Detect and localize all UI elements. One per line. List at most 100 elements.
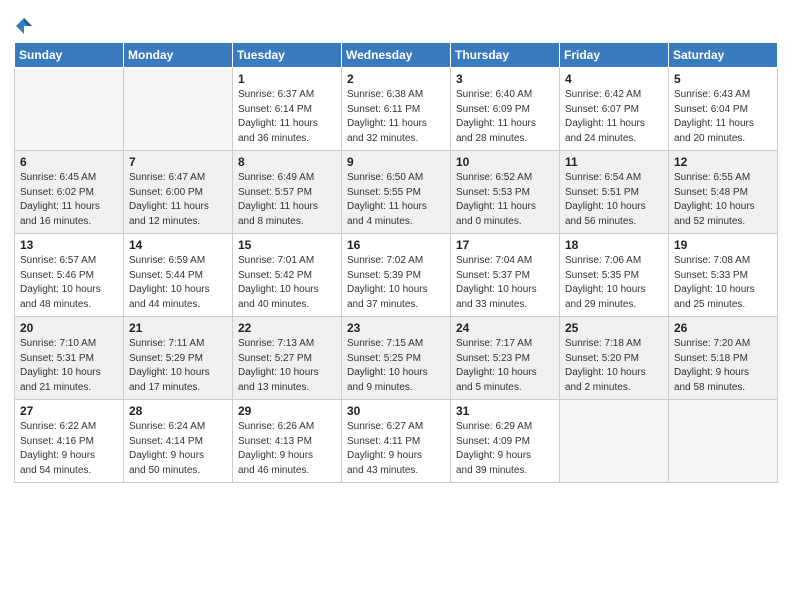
weekday-header-friday: Friday bbox=[560, 43, 669, 68]
calendar-cell: 23 Sunrise: 7:15 AM Sunset: 5:25 PM Dayli… bbox=[342, 317, 451, 400]
calendar-cell: 4 Sunrise: 6:42 AM Sunset: 6:07 PM Daylig… bbox=[560, 68, 669, 151]
cell-info: Sunrise: 6:59 AM Sunset: 5:44 PM Dayligh… bbox=[129, 254, 227, 312]
calendar-cell: 14 Sunrise: 6:59 AM Sunset: 5:44 PM Dayli… bbox=[124, 234, 233, 317]
cell-info: Sunrise: 6:27 AM Sunset: 4:11 PM Dayligh… bbox=[347, 420, 445, 478]
cell-day-number: 4 bbox=[565, 72, 663, 86]
calendar-cell: 31 Sunrise: 6:29 AM Sunset: 4:09 PM Dayli… bbox=[451, 400, 560, 483]
cell-day-number: 19 bbox=[674, 238, 772, 252]
cell-info: Sunrise: 7:13 AM Sunset: 5:27 PM Dayligh… bbox=[238, 337, 336, 395]
weekday-header-saturday: Saturday bbox=[669, 43, 778, 68]
cell-info: Sunrise: 6:52 AM Sunset: 5:53 PM Dayligh… bbox=[456, 171, 554, 229]
cell-info: Sunrise: 6:29 AM Sunset: 4:09 PM Dayligh… bbox=[456, 420, 554, 478]
calendar-cell: 16 Sunrise: 7:02 AM Sunset: 5:39 PM Dayli… bbox=[342, 234, 451, 317]
calendar-cell: 24Sunrise: 7:17 AM Sunset: 5:23 PM Dayli… bbox=[451, 317, 560, 400]
cell-info: Sunrise: 6:37 AM Sunset: 6:14 PM Dayligh… bbox=[238, 88, 336, 146]
calendar-cell: 25 Sunrise: 7:18 AM Sunset: 5:20 PM Dayli… bbox=[560, 317, 669, 400]
calendar-cell: 20 Sunrise: 7:10 AM Sunset: 5:31 PM Dayli… bbox=[15, 317, 124, 400]
weekday-header-monday: Monday bbox=[124, 43, 233, 68]
cell-day-number: 17 bbox=[456, 238, 554, 252]
calendar-cell: 26Sunrise: 7:20 AM Sunset: 5:18 PM Dayli… bbox=[669, 317, 778, 400]
cell-day-number: 26 bbox=[674, 321, 772, 335]
calendar-cell: 8 Sunrise: 6:49 AM Sunset: 5:57 PM Daylig… bbox=[233, 151, 342, 234]
calendar-cell: 7Sunrise: 6:47 AM Sunset: 6:00 PM Daylig… bbox=[124, 151, 233, 234]
calendar-cell: 11 Sunrise: 6:54 AM Sunset: 5:51 PM Dayli… bbox=[560, 151, 669, 234]
cell-day-number: 28 bbox=[129, 404, 227, 418]
cell-info: Sunrise: 6:26 AM Sunset: 4:13 PM Dayligh… bbox=[238, 420, 336, 478]
cell-info: Sunrise: 6:38 AM Sunset: 6:11 PM Dayligh… bbox=[347, 88, 445, 146]
logo bbox=[14, 14, 38, 36]
weekday-header-tuesday: Tuesday bbox=[233, 43, 342, 68]
cell-day-number: 7 bbox=[129, 155, 227, 169]
cell-day-number: 6 bbox=[20, 155, 118, 169]
calendar-cell bbox=[669, 400, 778, 483]
cell-day-number: 1 bbox=[238, 72, 336, 86]
calendar-cell: 21 Sunrise: 7:11 AM Sunset: 5:29 PM Dayli… bbox=[124, 317, 233, 400]
cell-info: Sunrise: 6:24 AM Sunset: 4:14 PM Dayligh… bbox=[129, 420, 227, 478]
cell-day-number: 5 bbox=[674, 72, 772, 86]
cell-day-number: 2 bbox=[347, 72, 445, 86]
calendar-cell: 9 Sunrise: 6:50 AM Sunset: 5:55 PM Daylig… bbox=[342, 151, 451, 234]
cell-info: Sunrise: 6:49 AM Sunset: 5:57 PM Dayligh… bbox=[238, 171, 336, 229]
calendar-cell: 10 Sunrise: 6:52 AM Sunset: 5:53 PM Dayli… bbox=[451, 151, 560, 234]
calendar-cell: 28 Sunrise: 6:24 AM Sunset: 4:14 PM Dayli… bbox=[124, 400, 233, 483]
weekday-header-thursday: Thursday bbox=[451, 43, 560, 68]
weekday-header-row: SundayMondayTuesdayWednesdayThursdayFrid… bbox=[15, 43, 778, 68]
week-row-3: 20 Sunrise: 7:10 AM Sunset: 5:31 PM Dayli… bbox=[15, 317, 778, 400]
cell-info: Sunrise: 7:04 AM Sunset: 5:37 PM Dayligh… bbox=[456, 254, 554, 312]
cell-info: Sunrise: 7:02 AM Sunset: 5:39 PM Dayligh… bbox=[347, 254, 445, 312]
calendar-cell bbox=[15, 68, 124, 151]
cell-day-number: 14 bbox=[129, 238, 227, 252]
week-row-2: 13Sunrise: 6:57 AM Sunset: 5:46 PM Dayli… bbox=[15, 234, 778, 317]
calendar-cell: 19Sunrise: 7:08 AM Sunset: 5:33 PM Dayli… bbox=[669, 234, 778, 317]
cell-info: Sunrise: 6:57 AM Sunset: 5:46 PM Dayligh… bbox=[20, 254, 118, 312]
cell-day-number: 22 bbox=[238, 321, 336, 335]
calendar-cell: 2 Sunrise: 6:38 AM Sunset: 6:11 PM Daylig… bbox=[342, 68, 451, 151]
cell-info: Sunrise: 6:42 AM Sunset: 6:07 PM Dayligh… bbox=[565, 88, 663, 146]
weekday-header-sunday: Sunday bbox=[15, 43, 124, 68]
cell-info: Sunrise: 6:54 AM Sunset: 5:51 PM Dayligh… bbox=[565, 171, 663, 229]
week-row-1: 6 Sunrise: 6:45 AM Sunset: 6:02 PM Daylig… bbox=[15, 151, 778, 234]
cell-info: Sunrise: 6:43 AM Sunset: 6:04 PM Dayligh… bbox=[674, 88, 772, 146]
cell-day-number: 23 bbox=[347, 321, 445, 335]
cell-day-number: 8 bbox=[238, 155, 336, 169]
calendar-cell: 1 Sunrise: 6:37 AM Sunset: 6:14 PM Daylig… bbox=[233, 68, 342, 151]
cell-day-number: 18 bbox=[565, 238, 663, 252]
cell-info: Sunrise: 7:17 AM Sunset: 5:23 PM Dayligh… bbox=[456, 337, 554, 395]
calendar-cell: 12Sunrise: 6:55 AM Sunset: 5:48 PM Dayli… bbox=[669, 151, 778, 234]
cell-day-number: 21 bbox=[129, 321, 227, 335]
cell-day-number: 16 bbox=[347, 238, 445, 252]
calendar-cell: 17 Sunrise: 7:04 AM Sunset: 5:37 PM Dayli… bbox=[451, 234, 560, 317]
calendar-cell: 6 Sunrise: 6:45 AM Sunset: 6:02 PM Daylig… bbox=[15, 151, 124, 234]
calendar-cell: 15 Sunrise: 7:01 AM Sunset: 5:42 PM Dayli… bbox=[233, 234, 342, 317]
cell-day-number: 31 bbox=[456, 404, 554, 418]
page: SundayMondayTuesdayWednesdayThursdayFrid… bbox=[0, 0, 792, 612]
cell-info: Sunrise: 7:11 AM Sunset: 5:29 PM Dayligh… bbox=[129, 337, 227, 395]
calendar-cell: 30Sunrise: 6:27 AM Sunset: 4:11 PM Dayli… bbox=[342, 400, 451, 483]
cell-info: Sunrise: 7:06 AM Sunset: 5:35 PM Dayligh… bbox=[565, 254, 663, 312]
cell-info: Sunrise: 6:50 AM Sunset: 5:55 PM Dayligh… bbox=[347, 171, 445, 229]
calendar-cell: 5 Sunrise: 6:43 AM Sunset: 6:04 PM Daylig… bbox=[669, 68, 778, 151]
cell-info: Sunrise: 6:40 AM Sunset: 6:09 PM Dayligh… bbox=[456, 88, 554, 146]
weekday-header-wednesday: Wednesday bbox=[342, 43, 451, 68]
cell-day-number: 9 bbox=[347, 155, 445, 169]
calendar: SundayMondayTuesdayWednesdayThursdayFrid… bbox=[14, 42, 778, 483]
cell-info: Sunrise: 6:22 AM Sunset: 4:16 PM Dayligh… bbox=[20, 420, 118, 478]
calendar-cell bbox=[124, 68, 233, 151]
cell-day-number: 10 bbox=[456, 155, 554, 169]
cell-day-number: 3 bbox=[456, 72, 554, 86]
calendar-cell: 29Sunrise: 6:26 AM Sunset: 4:13 PM Dayli… bbox=[233, 400, 342, 483]
cell-info: Sunrise: 7:15 AM Sunset: 5:25 PM Dayligh… bbox=[347, 337, 445, 395]
cell-info: Sunrise: 6:45 AM Sunset: 6:02 PM Dayligh… bbox=[20, 171, 118, 229]
cell-day-number: 15 bbox=[238, 238, 336, 252]
cell-day-number: 25 bbox=[565, 321, 663, 335]
calendar-cell: 3 Sunrise: 6:40 AM Sunset: 6:09 PM Daylig… bbox=[451, 68, 560, 151]
calendar-cell: 22 Sunrise: 7:13 AM Sunset: 5:27 PM Dayli… bbox=[233, 317, 342, 400]
cell-day-number: 12 bbox=[674, 155, 772, 169]
calendar-cell bbox=[560, 400, 669, 483]
cell-day-number: 11 bbox=[565, 155, 663, 169]
cell-info: Sunrise: 7:18 AM Sunset: 5:20 PM Dayligh… bbox=[565, 337, 663, 395]
cell-info: Sunrise: 7:10 AM Sunset: 5:31 PM Dayligh… bbox=[20, 337, 118, 395]
cell-info: Sunrise: 7:01 AM Sunset: 5:42 PM Dayligh… bbox=[238, 254, 336, 312]
header bbox=[14, 10, 778, 36]
cell-day-number: 20 bbox=[20, 321, 118, 335]
